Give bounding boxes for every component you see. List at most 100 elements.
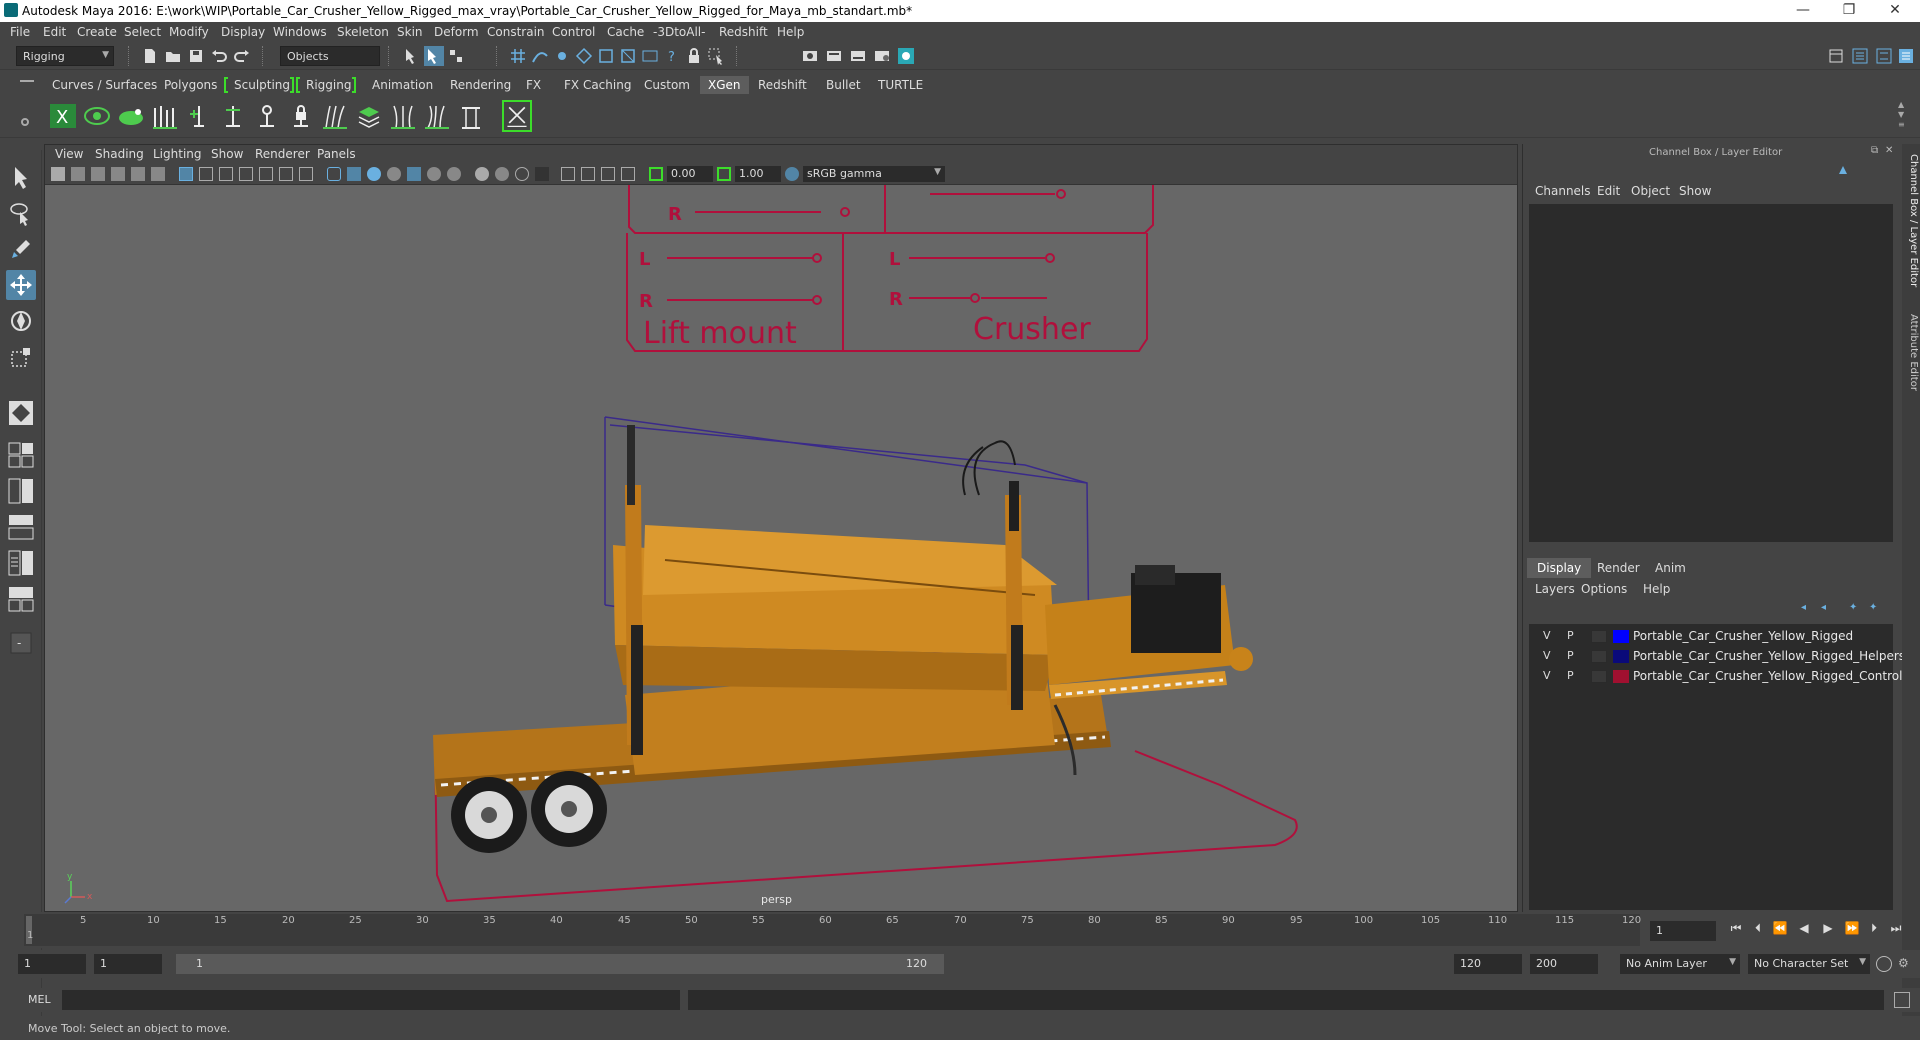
xgen-add-guide-icon[interactable] — [184, 100, 214, 132]
timeline-ruler[interactable]: 1 5 10 15 20 25 30 35 40 45 50 55 60 65 … — [24, 914, 1641, 946]
viewport-panel[interactable]: View Shading Lighting Show Renderer Pane… — [44, 144, 1518, 912]
gamma-field[interactable]: 1.00 — [735, 166, 781, 182]
animation-prefs-icon[interactable]: ⚙ — [1898, 956, 1914, 972]
layer-color-swatch[interactable] — [1613, 650, 1629, 663]
layer-row[interactable]: V P Portable_Car_Crusher_Yellow_Rigged_C… — [1529, 666, 1920, 686]
tab-sculpting[interactable]: Sculpting — [226, 76, 298, 94]
modeling-toolkit-icon[interactable] — [1826, 46, 1846, 66]
scene-view[interactable]: R L R L R Lift mount Crusher y x — [45, 185, 1518, 911]
menu-file[interactable]: File — [10, 25, 30, 39]
select-hierarchy-icon[interactable] — [402, 46, 422, 66]
restore-button[interactable]: ❐ — [1826, 0, 1872, 22]
step-back-frame-icon[interactable]: ⏴ — [1750, 921, 1766, 937]
hypershade-layout-icon[interactable] — [6, 584, 36, 614]
menu-layers[interactable]: Layers — [1535, 582, 1575, 596]
camera-attributes-icon[interactable] — [71, 167, 85, 181]
2d-pan-zoom-icon[interactable] — [131, 167, 145, 181]
menu-cache[interactable]: Cache — [607, 25, 644, 39]
field-chart-icon[interactable] — [259, 167, 273, 181]
snap-point-icon[interactable] — [552, 46, 572, 66]
xgen-preview-icon[interactable] — [82, 100, 112, 132]
snap-view-plane-icon[interactable] — [574, 46, 594, 66]
menu-constrain[interactable]: Constrain — [487, 25, 545, 39]
mode-selector[interactable]: Rigging ▼ — [16, 46, 114, 66]
xgen-noise-icon[interactable] — [456, 100, 486, 132]
channel-box-settings-icon[interactable] — [1837, 164, 1849, 176]
tab-rendering[interactable]: Rendering — [442, 76, 519, 94]
shelf-menu-icon[interactable] — [20, 80, 34, 82]
tab-fx[interactable]: FX — [518, 76, 549, 94]
colorspace-selector[interactable]: sRGB gamma ▼ — [803, 166, 945, 182]
xgen-hair-icon[interactable] — [320, 100, 350, 132]
menu-channels[interactable]: Channels — [1535, 184, 1591, 198]
playback-end-field[interactable]: 120 — [1454, 954, 1522, 974]
four-view-layout-icon[interactable] — [6, 440, 36, 470]
layer-visibility-toggle[interactable]: V — [1543, 629, 1551, 642]
scale-tool-icon[interactable] — [6, 342, 36, 372]
exposure-field[interactable]: 0.00 — [667, 166, 713, 182]
new-scene-icon[interactable] — [140, 46, 160, 66]
step-back-key-icon[interactable]: ⏪ — [1772, 921, 1788, 937]
menu-select[interactable]: Select — [124, 25, 161, 39]
car-crusher-model[interactable] — [433, 425, 1253, 853]
custom-layout-icon[interactable]: - — [6, 628, 36, 658]
menu-help[interactable]: Help — [777, 25, 804, 39]
xgen-sculpt-guide-icon[interactable] — [218, 100, 248, 132]
wireframe-on-shaded-icon[interactable] — [367, 167, 381, 181]
tab-render[interactable]: Render — [1587, 558, 1650, 578]
script-editor-icon[interactable] — [1894, 992, 1910, 1008]
menu-modify[interactable]: Modify — [169, 25, 209, 39]
menu-create[interactable]: Create — [77, 25, 117, 39]
side-tab-attribute-editor[interactable]: Attribute Editor — [1903, 314, 1919, 391]
range-bar[interactable]: 1 120 — [176, 954, 944, 974]
menu-edit[interactable]: Edit — [43, 25, 66, 39]
select-tool-icon[interactable] — [706, 46, 726, 66]
wireframe-icon[interactable] — [327, 167, 341, 181]
shadows-icon[interactable] — [427, 167, 441, 181]
smooth-shade-icon[interactable] — [347, 167, 361, 181]
move-tool-icon[interactable] — [6, 270, 36, 300]
layer-type-toggle[interactable] — [1591, 670, 1607, 683]
layer-color-swatch[interactable] — [1613, 670, 1629, 683]
outliner-layout-icon[interactable] — [6, 512, 36, 542]
layer-visibility-toggle[interactable]: V — [1543, 669, 1551, 682]
viewport-menu-show[interactable]: Show — [211, 147, 243, 161]
new-layer-selected-icon[interactable]: ✦ — [1869, 602, 1883, 614]
xray-icon[interactable] — [561, 167, 575, 181]
shelf-settings-icon[interactable] — [21, 118, 29, 126]
save-scene-icon[interactable] — [186, 46, 206, 66]
menu-show[interactable]: Show — [1679, 184, 1711, 198]
xray-components-icon[interactable] — [601, 167, 615, 181]
menu-skin[interactable]: Skin — [397, 25, 423, 39]
make-live-icon[interactable] — [618, 46, 638, 66]
snap-surface-icon[interactable] — [596, 46, 616, 66]
close-panel-icon[interactable]: ✕ — [1885, 145, 1893, 156]
xgen-clumping-icon[interactable] — [422, 100, 452, 132]
menu-windows[interactable]: Windows — [273, 25, 327, 39]
textured-icon[interactable] — [387, 167, 401, 181]
layer-playback-toggle[interactable]: P — [1567, 629, 1574, 642]
go-to-end-icon[interactable]: ⏭ — [1888, 921, 1904, 937]
menu-redshift[interactable]: Redshift — [719, 25, 768, 39]
backface-icon[interactable] — [621, 167, 635, 181]
hypershade-icon[interactable] — [896, 46, 916, 66]
menu-display[interactable]: Display — [221, 25, 265, 39]
command-input[interactable] — [62, 990, 680, 1010]
move-layer-down-icon[interactable]: ◂ — [1821, 602, 1835, 614]
character-set-selector[interactable]: No Character Set ▼ — [1748, 954, 1870, 974]
bookmark-icon[interactable] — [91, 167, 105, 181]
xgen-lock-length-icon[interactable] — [286, 100, 316, 132]
tab-xgen[interactable]: XGen — [700, 76, 749, 94]
quad-layout-icon[interactable] — [6, 398, 36, 428]
grid-icon[interactable] — [179, 167, 193, 181]
playback-start-field[interactable]: 1 — [94, 954, 162, 974]
ipr-render-icon[interactable] — [848, 46, 868, 66]
rotate-tool-icon[interactable] — [6, 306, 36, 336]
shelf-scroll-icon[interactable]: ▲ ▼ ≡ — [1898, 100, 1905, 130]
open-scene-icon[interactable] — [163, 46, 183, 66]
float-panel-icon[interactable]: ⧉ — [1871, 145, 1878, 156]
go-to-start-icon[interactable]: ⏮ — [1728, 921, 1744, 937]
step-forward-frame-icon[interactable]: ⏵ — [1866, 921, 1882, 937]
channel-box-toggle-icon[interactable] — [1896, 46, 1916, 66]
tab-curves-surfaces[interactable]: Curves / Surfaces — [44, 76, 165, 94]
